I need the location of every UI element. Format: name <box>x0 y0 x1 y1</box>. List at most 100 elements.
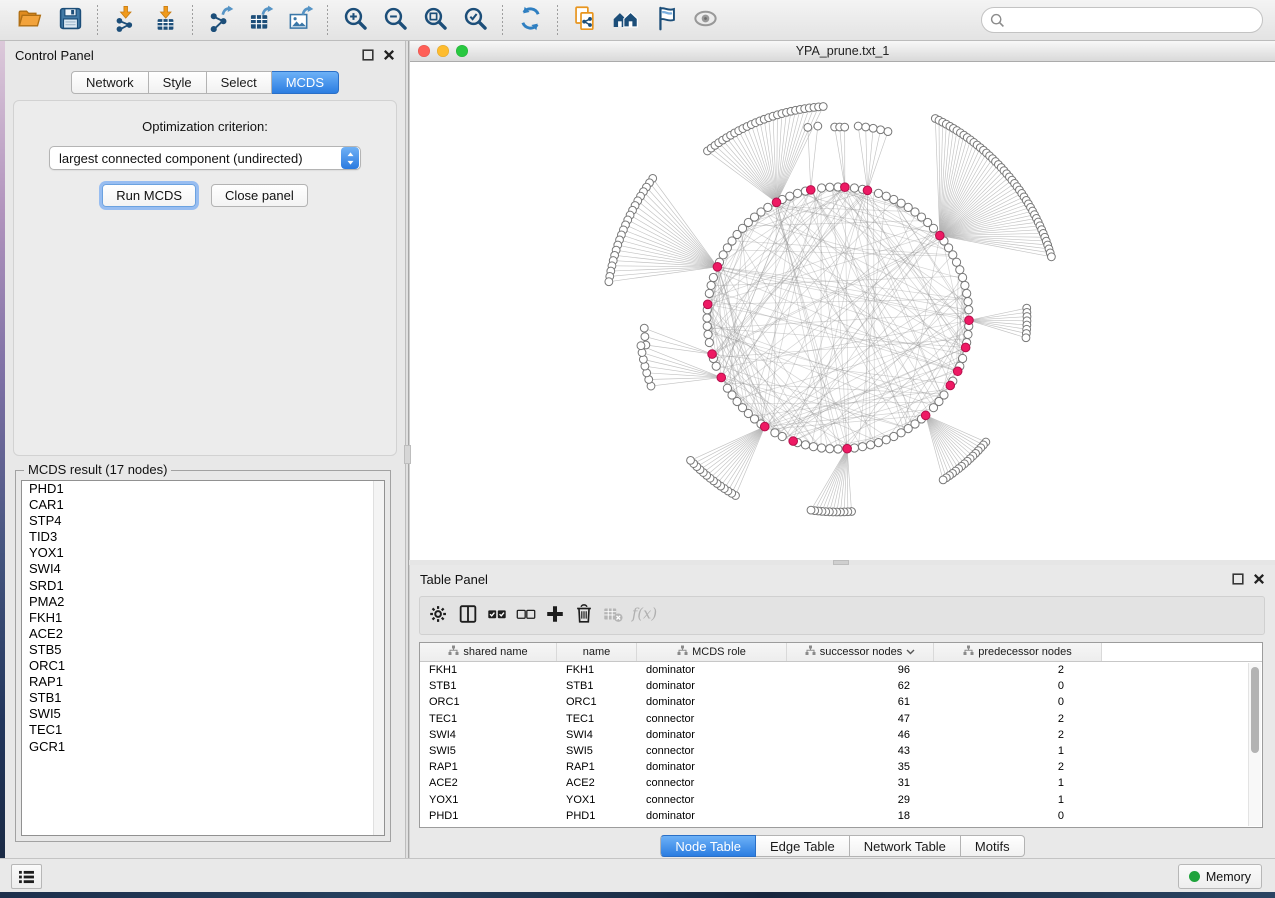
result-list-item[interactable]: CAR1 <box>22 497 384 513</box>
result-list-item[interactable]: SWI4 <box>22 561 384 577</box>
table-cell[interactable]: SWI4 <box>557 729 637 741</box>
zoom-selected-button[interactable] <box>455 3 495 37</box>
function-builder-button[interactable]: f(x) <box>629 601 655 631</box>
float-panel-icon[interactable] <box>362 49 374 61</box>
table-cell[interactable]: 1 <box>934 794 1102 806</box>
table-cell[interactable]: dominator <box>637 680 787 692</box>
run-mcds-button[interactable]: Run MCDS <box>102 184 196 207</box>
table-cell[interactable]: dominator <box>637 664 787 676</box>
save-session-button[interactable] <box>50 3 90 37</box>
table-cell[interactable]: dominator <box>637 761 787 773</box>
table-row[interactable]: RAP1RAP1dominator352 <box>420 759 1262 775</box>
table-cell[interactable]: 35 <box>787 761 934 773</box>
tab-network-table[interactable]: Network Table <box>850 835 961 857</box>
delete-columns-button[interactable] <box>571 601 597 631</box>
zoom-fit-button[interactable] <box>415 3 455 37</box>
table-cell[interactable]: 96 <box>787 664 934 676</box>
table-cell[interactable]: connector <box>637 713 787 725</box>
table-cell[interactable]: TEC1 <box>420 713 557 725</box>
close-panel-icon[interactable] <box>383 49 395 61</box>
table-cell[interactable]: 0 <box>934 680 1102 692</box>
mcds-result-scrollbar[interactable] <box>373 481 384 835</box>
hide-selected-button[interactable] <box>645 3 685 37</box>
export-image-button[interactable] <box>280 3 320 37</box>
table-cell[interactable]: 2 <box>934 664 1102 676</box>
import-network-button[interactable] <box>105 3 145 37</box>
show-columns-button[interactable] <box>455 601 481 631</box>
window-minimize-button[interactable] <box>437 45 449 57</box>
result-list-item[interactable]: SRD1 <box>22 578 384 594</box>
table-cell[interactable]: 0 <box>934 696 1102 708</box>
table-cell[interactable]: 46 <box>787 729 934 741</box>
table-scrollbar-track[interactable] <box>1248 663 1261 826</box>
status-list-button[interactable] <box>11 864 42 889</box>
network-canvas[interactable] <box>410 62 1275 560</box>
horizontal-splitter[interactable] <box>409 560 1275 565</box>
deselect-all-columns-button[interactable] <box>513 601 539 631</box>
table-cell[interactable]: connector <box>637 745 787 757</box>
result-list-item[interactable]: PHD1 <box>22 481 384 497</box>
result-list-item[interactable]: TEC1 <box>22 722 384 738</box>
table-row[interactable]: ORC1ORC1dominator610 <box>420 694 1262 710</box>
table-cell[interactable]: PHD1 <box>420 810 557 822</box>
table-cell[interactable]: 61 <box>787 696 934 708</box>
result-list-item[interactable]: GCR1 <box>22 739 384 755</box>
table-cell[interactable]: dominator <box>637 810 787 822</box>
tab-motifs[interactable]: Motifs <box>961 835 1025 857</box>
result-list-item[interactable]: RAP1 <box>22 674 384 690</box>
search-input[interactable] <box>1011 13 1254 28</box>
table-cell[interactable]: RAP1 <box>420 761 557 773</box>
column-header-mcds-role[interactable]: MCDS role <box>637 643 787 661</box>
vertical-splitter-handle[interactable] <box>404 445 411 464</box>
table-cell[interactable]: 43 <box>787 745 934 757</box>
table-cell[interactable]: 62 <box>787 680 934 692</box>
table-cell[interactable]: SWI5 <box>420 745 557 757</box>
mcds-result-list[interactable]: PHD1CAR1STP4TID3YOX1SWI4SRD1PMA2FKH1ACE2… <box>21 480 385 836</box>
table-cell[interactable]: 31 <box>787 777 934 789</box>
settings-button[interactable] <box>426 601 452 631</box>
column-header-shared-name[interactable]: shared name <box>420 643 557 661</box>
horizontal-splitter-handle[interactable] <box>833 560 849 565</box>
table-cell[interactable]: 18 <box>787 810 934 822</box>
table-cell[interactable]: 29 <box>787 794 934 806</box>
table-row[interactable]: TEC1TEC1connector472 <box>420 711 1262 727</box>
table-cell[interactable]: connector <box>637 777 787 789</box>
float-table-panel-icon[interactable] <box>1232 573 1244 585</box>
table-cell[interactable]: 47 <box>787 713 934 725</box>
close-panel-button[interactable]: Close panel <box>211 184 308 207</box>
result-list-item[interactable]: SWI5 <box>22 706 384 722</box>
select-all-columns-button[interactable] <box>484 601 510 631</box>
table-row[interactable]: SWI5SWI5connector431 <box>420 743 1262 759</box>
first-neighbors-button[interactable] <box>605 3 645 37</box>
table-cell[interactable]: 2 <box>934 713 1102 725</box>
table-cell[interactable]: PHD1 <box>557 810 637 822</box>
network-window-titlebar[interactable]: YPA_prune.txt_1 <box>410 41 1275 62</box>
table-cell[interactable]: ACE2 <box>420 777 557 789</box>
table-cell[interactable]: STB1 <box>420 680 557 692</box>
result-list-item[interactable]: TID3 <box>22 529 384 545</box>
result-list-item[interactable]: STP4 <box>22 513 384 529</box>
close-table-panel-icon[interactable] <box>1253 573 1265 585</box>
table-cell[interactable]: TEC1 <box>557 713 637 725</box>
result-list-item[interactable]: STB5 <box>22 642 384 658</box>
column-header-predecessor-nodes[interactable]: predecessor nodes <box>934 643 1102 661</box>
result-list-item[interactable]: PMA2 <box>22 594 384 610</box>
table-scrollbar-thumb[interactable] <box>1251 667 1259 753</box>
vertical-splitter[interactable] <box>405 41 409 858</box>
table-cell[interactable]: SWI5 <box>557 745 637 757</box>
zoom-in-button[interactable] <box>335 3 375 37</box>
export-network-button[interactable] <box>200 3 240 37</box>
column-header-name[interactable]: name <box>557 643 637 661</box>
import-table-button[interactable] <box>145 3 185 37</box>
delete-table-button[interactable] <box>600 601 626 631</box>
apply-layout-button[interactable] <box>510 3 550 37</box>
table-cell[interactable]: STB1 <box>557 680 637 692</box>
export-table-button[interactable] <box>240 3 280 37</box>
tab-mcds[interactable]: MCDS <box>272 71 339 94</box>
zoom-out-button[interactable] <box>375 3 415 37</box>
table-cell[interactable]: 2 <box>934 761 1102 773</box>
table-cell[interactable]: 0 <box>934 810 1102 822</box>
memory-button[interactable]: Memory <box>1178 864 1262 889</box>
table-cell[interactable]: 1 <box>934 777 1102 789</box>
result-list-item[interactable]: YOX1 <box>22 545 384 561</box>
